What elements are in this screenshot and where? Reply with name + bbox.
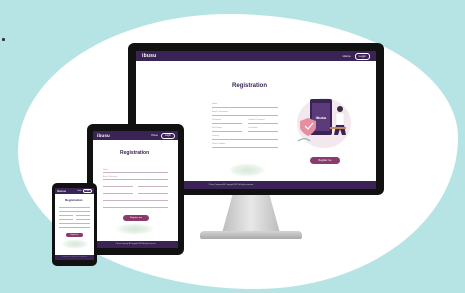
page-title: Registration — [232, 83, 268, 89]
brand-logo[interactable]: ibusu — [97, 133, 110, 138]
nav-home-link[interactable]: Home — [151, 134, 158, 137]
footer-text: © Ibusu Company. All Copyright 2022. All… — [115, 244, 156, 245]
email-field[interactable] — [59, 211, 90, 212]
last-name-field[interactable] — [248, 131, 278, 132]
field-label: Password — [212, 119, 221, 121]
nav-login-button[interactable]: Login — [83, 189, 92, 193]
country-field[interactable] — [103, 200, 168, 201]
desktop-navbar: ibusu Home Login — [136, 51, 376, 61]
first-name-field[interactable] — [212, 131, 242, 132]
tablet-footer: © Ibusu Company. All Copyright 2022. All… — [93, 241, 178, 248]
register-button[interactable]: Register me — [66, 233, 83, 237]
name-field[interactable] — [212, 107, 278, 108]
country-field[interactable] — [212, 139, 278, 140]
phone-field[interactable] — [59, 227, 90, 228]
brand-logo[interactable]: ibusu — [57, 189, 66, 193]
field-label: Email / Username — [212, 111, 228, 113]
phone-footer: © Ibusu Company. All Copyright 2022. All… — [55, 255, 94, 260]
field-label: Confirm Password — [248, 119, 265, 121]
last-name-field[interactable] — [138, 193, 168, 194]
phone-field[interactable] — [103, 207, 168, 208]
field-label: Country — [212, 135, 220, 137]
phone-navbar: ibusu Home Login — [55, 188, 94, 194]
confirm-password-field[interactable] — [248, 123, 278, 124]
confirm-password-field[interactable] — [138, 186, 168, 187]
phone-device: ibusu Home Login Registration Register m… — [52, 183, 97, 266]
name-field[interactable] — [103, 172, 168, 173]
register-button[interactable]: Register me — [310, 157, 340, 164]
register-button[interactable]: Register me — [123, 215, 149, 221]
brand-logo[interactable]: ibusu — [142, 53, 156, 59]
first-name-field[interactable] — [59, 219, 73, 220]
page-title: Registration — [120, 150, 150, 156]
password-field[interactable] — [212, 123, 242, 124]
password-field[interactable] — [103, 186, 133, 187]
email-field[interactable] — [212, 115, 278, 116]
decorative-dot — [2, 38, 5, 41]
field-label: Phone Number — [212, 143, 226, 145]
email-field[interactable] — [103, 179, 168, 180]
cloud-decoration — [61, 239, 89, 249]
svg-text:ibusu: ibusu — [316, 115, 327, 120]
field-label: Last Name — [248, 127, 258, 129]
last-name-field[interactable] — [76, 219, 90, 220]
nav-home-link[interactable]: Home — [77, 191, 81, 192]
name-field[interactable] — [59, 207, 90, 208]
tablet-device: ibusu Home Login Registration Name Email… — [87, 124, 184, 255]
field-label: Name — [103, 169, 108, 171]
phone-field[interactable] — [212, 147, 278, 148]
field-label: Email / Username — [103, 176, 118, 178]
monitor-stand-base — [200, 231, 302, 239]
footer-text: © Ibusu Company. All Copyright 2022. All… — [61, 257, 88, 258]
nav-login-button[interactable]: Login — [354, 52, 370, 60]
first-name-field[interactable] — [103, 193, 133, 194]
confirm-password-field[interactable] — [76, 215, 90, 216]
password-field[interactable] — [59, 215, 73, 216]
registration-illustration: ibusu — [297, 98, 351, 148]
tablet-screen: ibusu Home Login Registration Name Email… — [93, 131, 178, 248]
cloud-decoration — [115, 223, 155, 235]
phone-screen: ibusu Home Login Registration Register m… — [55, 188, 94, 260]
cloud-decoration — [228, 163, 266, 177]
field-label: First Name — [212, 127, 222, 129]
nav-login-button[interactable]: Login — [160, 132, 175, 139]
page-title: Registration — [65, 198, 83, 202]
field-label: Name — [212, 103, 218, 105]
footer-text: © Ibusu Company. All Copyright 2022. All… — [208, 184, 254, 186]
country-field[interactable] — [59, 223, 90, 224]
nav-home-link[interactable]: Home — [343, 54, 351, 58]
tablet-navbar: ibusu Home Login — [93, 131, 178, 140]
